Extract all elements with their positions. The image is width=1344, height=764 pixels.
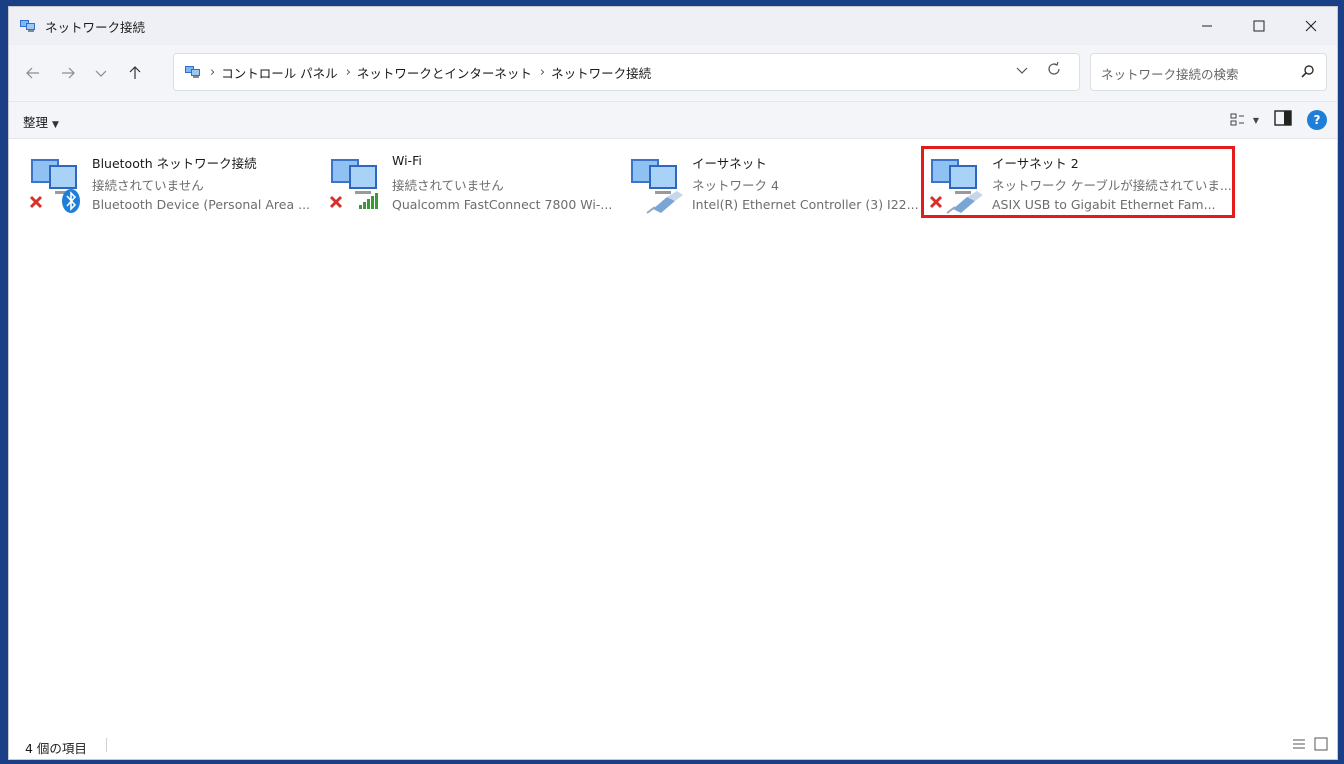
- disconnected-x-icon: [329, 195, 343, 209]
- title-bar: ネットワーク接続: [9, 7, 1337, 45]
- connection-device: Intel(R) Ethernet Controller (3) I22...: [692, 197, 919, 212]
- large-icons-view-icon: [1314, 737, 1328, 751]
- item-count: 4 個の項目: [25, 741, 87, 756]
- organize-label: 整理: [23, 115, 49, 130]
- breadcrumb-network-and-internet[interactable]: ネットワークとインターネット: [357, 63, 532, 82]
- change-view-button[interactable]: ▼: [1229, 112, 1259, 128]
- ethernet-cable-icon: [646, 191, 683, 214]
- navigation-bar: › コントロール パネル › ネットワークとインターネット › ネットワーク接続…: [9, 45, 1337, 102]
- network-connections-window: ネットワーク接続 › コントロール パネル › ネットワークとインターネット ›…: [8, 6, 1338, 760]
- breadcrumb-separator-icon[interactable]: ›: [210, 65, 215, 80]
- bluetooth-icon: [62, 189, 80, 213]
- breadcrumb-separator-icon[interactable]: ›: [346, 65, 351, 80]
- recent-locations-button[interactable]: [87, 59, 115, 87]
- chevron-down-icon: [95, 70, 107, 77]
- connection-device: Bluetooth Device (Personal Area ...: [92, 197, 311, 212]
- maximize-button[interactable]: [1233, 7, 1285, 45]
- connection-status: 接続されていません: [92, 178, 204, 193]
- close-button[interactable]: [1285, 7, 1337, 45]
- highlight-box: [921, 146, 1235, 218]
- connection-device: Qualcomm FastConnect 7800 Wi-...: [392, 197, 613, 212]
- connection-name: イーサネット: [692, 156, 767, 171]
- close-icon: [1305, 20, 1317, 32]
- help-icon[interactable]: ?: [1307, 110, 1327, 130]
- preview-pane-icon: [1274, 110, 1292, 126]
- connections-list: Bluetooth ネットワーク接続 接続されていません Bluetooth D…: [9, 139, 1337, 727]
- network-connections-icon: [20, 20, 35, 32]
- view-options-icon: [1230, 113, 1244, 126]
- status-bar: 4 個の項目: [9, 731, 1337, 759]
- address-dropdown-button[interactable]: [1015, 63, 1029, 81]
- connection-status: ネットワーク 4: [692, 178, 779, 193]
- connection-item-wifi[interactable]: Wi-Fi 接続されていません Qualcomm FastConnect 780…: [317, 145, 612, 217]
- maximize-icon: [1253, 20, 1265, 32]
- preview-pane-button[interactable]: [1273, 109, 1293, 131]
- minimize-icon: [1202, 25, 1212, 27]
- connection-name: Wi-Fi: [392, 153, 422, 168]
- address-bar[interactable]: › コントロール パネル › ネットワークとインターネット › ネットワーク接続: [173, 53, 1080, 91]
- minimize-button[interactable]: [1181, 7, 1233, 45]
- refresh-icon: [1048, 61, 1060, 75]
- command-bar: 整理 ▼ ▼ ?: [9, 102, 1337, 139]
- back-button[interactable]: [19, 59, 47, 87]
- network-adapter-icon: [329, 159, 378, 209]
- refresh-button[interactable]: [1045, 60, 1063, 82]
- large-icons-view-button[interactable]: [1313, 736, 1329, 756]
- wifi-signal-icon: [359, 193, 378, 209]
- forward-button[interactable]: [54, 59, 82, 87]
- up-button[interactable]: [121, 59, 149, 87]
- breadcrumb-network-connections[interactable]: ネットワーク接続: [551, 63, 651, 82]
- status-divider: [106, 738, 107, 752]
- arrow-up-icon: [129, 66, 141, 79]
- chevron-down-icon: [1016, 67, 1028, 74]
- search-box[interactable]: ネットワーク接続の検索: [1090, 53, 1327, 91]
- connection-status: 接続されていません: [392, 178, 504, 193]
- window-title: ネットワーク接続: [45, 19, 146, 35]
- breadcrumb-separator-icon[interactable]: ›: [540, 65, 545, 80]
- details-view-icon: [1293, 739, 1305, 749]
- organize-menu-button[interactable]: 整理 ▼: [23, 112, 59, 131]
- breadcrumb-control-panel[interactable]: コントロール パネル: [221, 63, 337, 82]
- connection-name: Bluetooth ネットワーク接続: [92, 156, 257, 171]
- network-adapter-icon: [29, 159, 80, 213]
- caret-down-icon: ▼: [52, 120, 59, 130]
- search-input[interactable]: ネットワーク接続の検索: [1101, 64, 1239, 83]
- arrow-right-icon: [62, 67, 75, 79]
- details-view-button[interactable]: [1291, 736, 1307, 756]
- connection-item-bluetooth[interactable]: Bluetooth ネットワーク接続 接続されていません Bluetooth D…: [17, 145, 311, 217]
- caret-down-icon: ▼: [1252, 115, 1259, 125]
- disconnected-x-icon: [29, 195, 43, 209]
- network-connections-icon: [185, 66, 200, 78]
- arrow-left-icon: [26, 67, 39, 79]
- search-icon[interactable]: [1300, 63, 1316, 79]
- connection-item-ethernet[interactable]: イーサネット ネットワーク 4 Intel(R) Ethernet Contro…: [617, 145, 919, 217]
- network-adapter-icon: [631, 159, 683, 214]
